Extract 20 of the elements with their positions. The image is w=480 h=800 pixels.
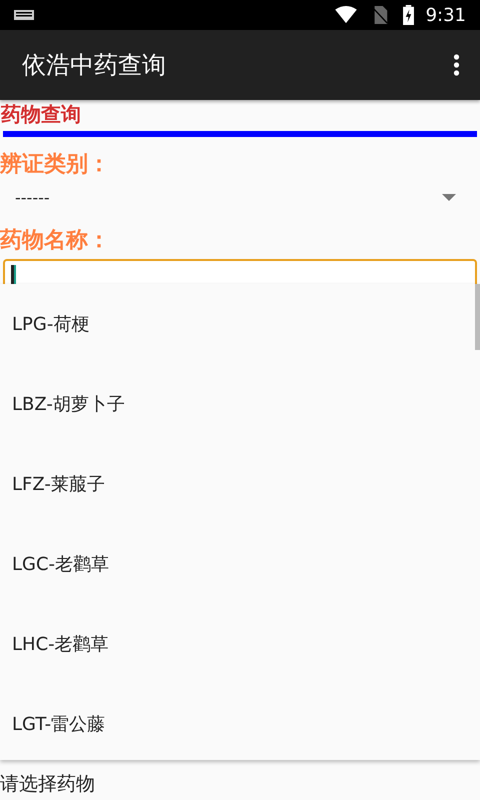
suggestion-item[interactable]: LGT-雷公藤 [0,684,474,760]
scrollbar [475,284,480,350]
clock: 9:31 [426,4,466,26]
category-dropdown[interactable]: ------ [0,181,480,213]
suggestion-item[interactable]: LBZ-胡萝卜子 [0,364,474,444]
caret-icon [442,194,456,200]
suggestion-item[interactable]: LPG-荷梗 [0,284,474,364]
drug-name-field[interactable] [3,259,477,285]
app-title: 依浩中药查询 [22,50,166,81]
hint-text: 请选择药物 [0,772,95,797]
category-label: 辨证类别： [0,151,110,179]
wifi-icon [334,6,357,24]
suggestion-item[interactable]: LHC-老鹳草 [0,604,474,684]
keyboard-icon [14,10,34,20]
suggestion-item[interactable]: LGC-老鹳草 [0,524,474,604]
drug-name-label: 药物名称： [0,227,110,255]
suggestion-item[interactable]: LFZ-莱菔子 [0,444,474,524]
battery-charging-icon [402,5,414,25]
section-title: 药物查询 [1,101,81,128]
more-options-icon[interactable] [453,54,460,76]
